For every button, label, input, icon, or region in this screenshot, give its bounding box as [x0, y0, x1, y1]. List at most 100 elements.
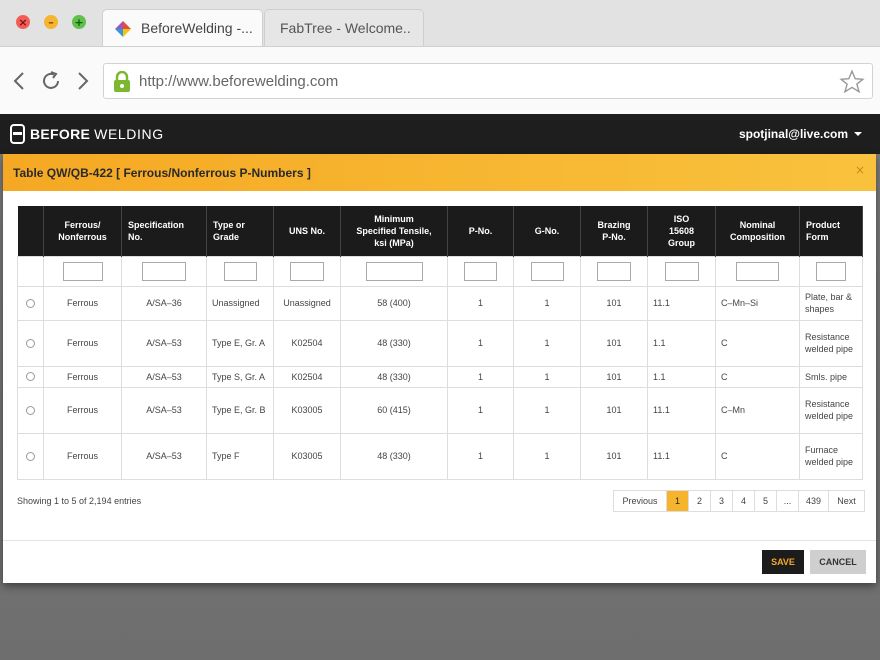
browser-tab-beforewelding[interactable]: BeforeWelding -... — [102, 9, 263, 46]
pagination-page[interactable]: 2 — [688, 491, 710, 511]
table-cell-specification: A/SA–53 — [121, 319, 207, 367]
forward-arrow-icon[interactable] — [70, 69, 94, 93]
pagination-page[interactable]: 1 — [666, 491, 688, 511]
table-cell-brazing: 101 — [580, 319, 648, 367]
address-bar[interactable]: http://www.beforewelding.com — [103, 63, 873, 99]
logo-mark-icon — [10, 124, 25, 144]
table-cell-composition: C — [715, 319, 800, 367]
table-cell-ferrous: Ferrous — [43, 285, 122, 321]
window-minimize-button[interactable]: – — [44, 15, 58, 29]
filter-row — [17, 255, 863, 287]
pagination-next[interactable]: Next — [828, 491, 864, 511]
table-cell-composition: C–Mn — [715, 386, 800, 434]
table-row[interactable]: Ferrous A/SA–53 Type E, Gr. B K03005 60 (415… — [17, 386, 863, 434]
modal-footer: SAVE CANCEL — [3, 540, 876, 583]
table-cell-composition: C — [715, 432, 800, 480]
table-cell-specification: A/SA–53 — [121, 432, 207, 480]
window-maximize-button[interactable]: + — [72, 15, 86, 29]
table-cell-p-no: 1 — [447, 319, 514, 367]
table-cell-uns: K02504 — [273, 365, 341, 388]
table-cell-g-no: 1 — [513, 386, 581, 434]
cancel-button[interactable]: CANCEL — [810, 550, 866, 574]
table-cell-type-grade: Type F — [206, 432, 274, 480]
pagination-page[interactable]: 4 — [732, 491, 754, 511]
site-logo[interactable]: BEFORE WELDING — [10, 124, 164, 144]
table-cell-p-no: 1 — [447, 285, 514, 321]
column-header-composition[interactable]: Nominal Composition — [715, 206, 800, 256]
table-cell-iso: 1.1 — [647, 365, 716, 388]
table-cell-brazing: 101 — [580, 432, 648, 480]
table-body: Ferrous A/SA–36 Unassigned Unassigned 58 (40… — [17, 285, 863, 480]
pagination-ellipsis: ... — [776, 491, 798, 511]
row-select-radio[interactable] — [26, 298, 35, 308]
browser-tab-bar: × – + BeforeWelding -... FabTree - Welco… — [0, 0, 880, 46]
filter-input-ferrous[interactable] — [62, 261, 103, 281]
chevron-down-icon — [854, 132, 862, 136]
filter-input-product-form[interactable] — [816, 261, 846, 281]
window-close-button[interactable]: × — [16, 15, 30, 29]
column-header-p-no[interactable]: P-No. — [447, 206, 514, 256]
table-cell-p-no: 1 — [447, 386, 514, 434]
table-cell-p-no: 1 — [447, 365, 514, 388]
column-header-product-form[interactable]: Product Form — [799, 206, 863, 256]
reload-icon[interactable] — [39, 69, 63, 93]
pagination-previous[interactable]: Previous — [614, 491, 666, 511]
table-cell-product-form: Plate, bar & shapes — [799, 285, 863, 321]
column-header-iso[interactable]: ISO 15608 Group — [647, 206, 716, 256]
bookmark-star-icon[interactable] — [839, 69, 865, 95]
table-row[interactable]: Ferrous A/SA–36 Unassigned Unassigned 58 (40… — [17, 285, 863, 321]
table-header-row: Ferrous/Nonferrous Specification No. Type… — [17, 206, 863, 256]
select-column-header — [17, 206, 44, 256]
close-icon[interactable]: × — [855, 163, 865, 177]
table-cell-g-no: 1 — [513, 432, 581, 480]
table-cell-specification: A/SA–53 — [121, 365, 207, 388]
back-arrow-icon[interactable] — [8, 69, 32, 93]
filter-input-iso[interactable] — [664, 261, 699, 281]
filter-input-brazing[interactable] — [597, 261, 631, 281]
user-menu[interactable]: spotjinal@live.com — [739, 127, 862, 141]
filter-input-p-no[interactable] — [464, 261, 497, 281]
row-select-radio[interactable] — [26, 372, 35, 381]
filter-input-composition[interactable] — [736, 261, 779, 281]
logo-text-bold: BEFORE — [30, 126, 91, 142]
filter-input-tensile[interactable] — [365, 261, 423, 281]
column-header-specification[interactable]: Specification No. — [121, 206, 207, 256]
pagination-page[interactable]: 3 — [710, 491, 732, 511]
filter-input-uns[interactable] — [290, 261, 324, 281]
table-cell-type-grade: Type E, Gr. A — [206, 319, 274, 367]
row-select-radio[interactable] — [26, 405, 35, 415]
row-select-radio[interactable] — [26, 451, 35, 461]
table-cell-iso: 11.1 — [647, 432, 716, 480]
table-cell-brazing: 101 — [580, 386, 648, 434]
browser-tab-fabtree[interactable]: FabTree - Welcome.. — [264, 9, 424, 46]
table-cell-g-no: 1 — [513, 319, 581, 367]
table-cell-specification: A/SA–53 — [121, 386, 207, 434]
table-row[interactable]: Ferrous A/SA–53 Type F K03005 48 (330) 1 1 101 1… — [17, 432, 863, 480]
filter-input-g-no[interactable] — [530, 261, 564, 281]
pagination-page[interactable]: 439 — [798, 491, 828, 511]
filter-input-specification[interactable] — [142, 261, 186, 281]
table-cell-tensile: 60 (415) — [340, 386, 448, 434]
column-header-ferrous[interactable]: Ferrous/Nonferrous — [43, 206, 122, 256]
table-cell-iso: 11.1 — [647, 386, 716, 434]
browser-tab-label: BeforeWelding -... — [141, 20, 253, 36]
beforewelding-favicon-icon — [115, 21, 131, 37]
column-header-g-no[interactable]: G-No. — [513, 206, 581, 256]
table-cell-product-form: Resistance welded pipe — [799, 386, 863, 434]
table-row[interactable]: Ferrous A/SA–53 Type S, Gr. A K02504 48 (330… — [17, 365, 863, 388]
table-row[interactable]: Ferrous A/SA–53 Type E, Gr. A K02504 48 (330… — [17, 319, 863, 367]
filter-input-type-grade[interactable] — [223, 261, 257, 281]
table-cell-product-form: Smls. pipe — [799, 365, 863, 388]
table-cell-uns: K02504 — [273, 319, 341, 367]
p-numbers-modal: Table QW/QB-422 [ Ferrous/Nonferrous P-N… — [3, 154, 876, 583]
column-header-tensile[interactable]: Minimum Specified Tensile, ksi (MPa) — [340, 206, 448, 256]
save-button[interactable]: SAVE — [762, 550, 804, 574]
pagination-page[interactable]: 5 — [754, 491, 776, 511]
row-select-radio[interactable] — [26, 338, 35, 348]
table-cell-iso: 1.1 — [647, 319, 716, 367]
table-cell-tensile: 48 (330) — [340, 432, 448, 480]
column-header-type-grade[interactable]: Type or Grade — [206, 206, 274, 256]
column-header-uns[interactable]: UNS No. — [273, 206, 341, 256]
column-header-brazing[interactable]: Brazing P-No. — [580, 206, 648, 256]
table-cell-type-grade: Type S, Gr. A — [206, 365, 274, 388]
